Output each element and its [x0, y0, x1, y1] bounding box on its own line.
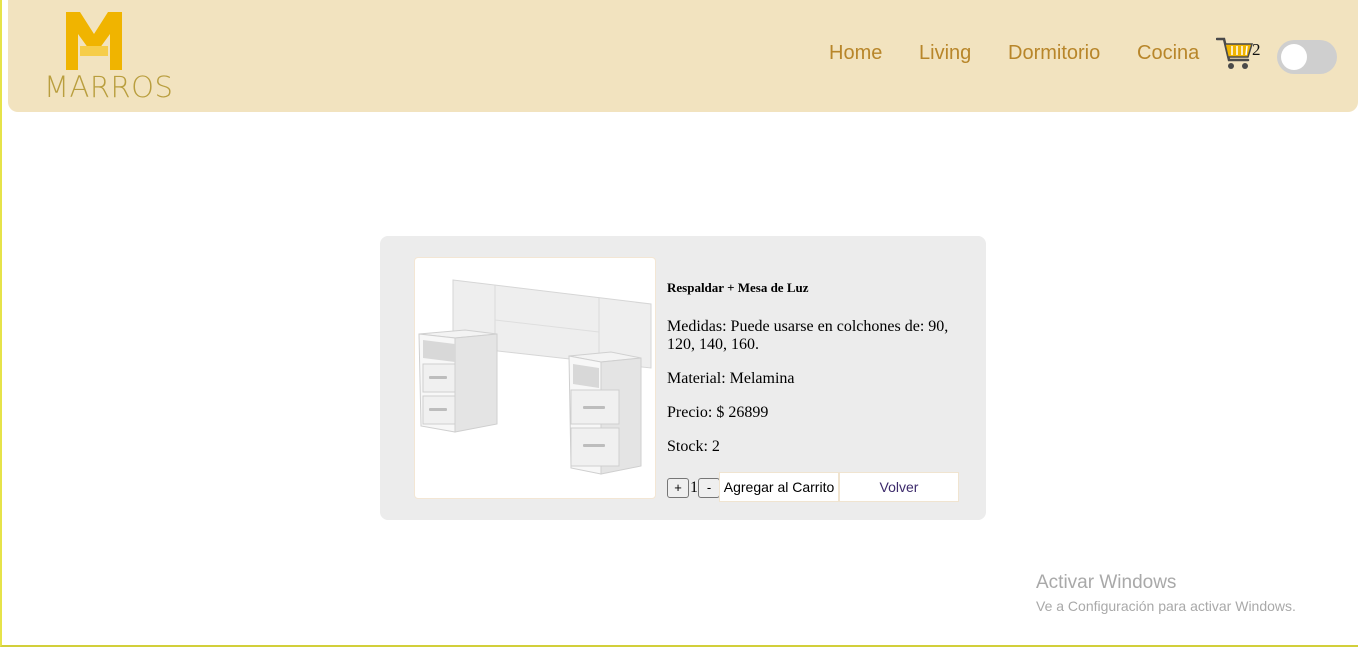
headboard-nightstand-image: [418, 279, 652, 475]
watermark-subtitle: Ve a Configuración para activar Windows.: [1036, 598, 1296, 614]
toggle-knob: [1281, 44, 1307, 70]
shopping-cart-icon: [1215, 37, 1254, 69]
theme-toggle[interactable]: [1277, 40, 1337, 74]
product-medidas: Medidas: Puede usarse en colchones de: 9…: [667, 318, 949, 353]
product-image: [414, 257, 656, 499]
cart-count-badge: 2: [1252, 40, 1261, 59]
product-price: Precio: $ 26899: [667, 404, 769, 421]
nav-link-dormitorio[interactable]: Dormitorio: [1008, 42, 1100, 65]
product-material: Material: Melamina: [667, 370, 795, 387]
add-to-cart-button[interactable]: Agregar al Carrito: [719, 472, 839, 502]
windows-activation-watermark: Activar Windows Ve a Configuración para …: [1036, 572, 1296, 614]
nav-link-living[interactable]: Living: [919, 42, 971, 65]
product-detail-card: Respaldar + Mesa de Luz Medidas: Puede u…: [380, 236, 986, 520]
logo-m-icon: [66, 12, 122, 70]
quantity-value: 1: [690, 479, 698, 496]
product-title: Respaldar + Mesa de Luz: [667, 280, 809, 295]
brand-logo[interactable]: MARROS: [44, 12, 174, 104]
cart-button[interactable]: [1215, 36, 1256, 72]
back-button[interactable]: Volver: [839, 472, 959, 502]
navbar: MARROS Home Living Dormitorio Cocina 2: [8, 0, 1358, 112]
nav-link-cocina[interactable]: Cocina: [1137, 42, 1199, 65]
product-info: Respaldar + Mesa de Luz Medidas: Puede u…: [667, 280, 967, 455]
decrement-button[interactable]: -: [698, 478, 720, 498]
product-stock: Stock: 2: [667, 438, 720, 455]
brand-name: MARROS: [44, 70, 174, 104]
increment-button[interactable]: +: [667, 478, 689, 498]
nav-link-home[interactable]: Home: [829, 42, 882, 65]
watermark-title: Activar Windows: [1036, 572, 1177, 593]
